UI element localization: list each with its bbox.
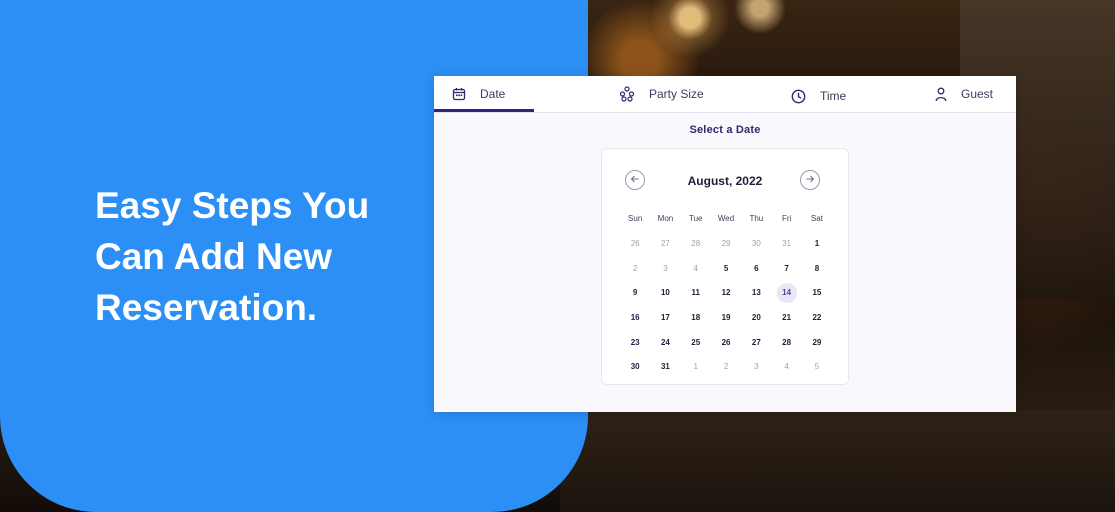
day-cell[interactable]: 15 bbox=[802, 283, 832, 303]
day-cell[interactable]: 20 bbox=[741, 308, 771, 328]
tab-party-size[interactable]: Party Size bbox=[619, 76, 704, 112]
tab-time-label: Time bbox=[820, 89, 847, 103]
calendar-grid: Sun Mon Tue Wed Thu Fri Sat 26 27 28 29 … bbox=[620, 207, 838, 380]
weekday-label: Sun bbox=[628, 214, 643, 224]
tab-guest[interactable]: Guest bbox=[935, 76, 993, 112]
day-cell: 26 bbox=[630, 239, 640, 249]
day-cell[interactable]: 16 bbox=[620, 308, 650, 328]
week-row: 2 3 4 5 6 7 8 bbox=[620, 256, 838, 281]
tab-date[interactable]: Date bbox=[452, 76, 505, 112]
day-cell[interactable]: 22 bbox=[802, 308, 832, 328]
day-cell[interactable]: 24 bbox=[650, 333, 680, 353]
week-row: 9 10 11 12 13 14 15 bbox=[620, 281, 838, 306]
weekday-label: Wed bbox=[717, 214, 735, 224]
people-icon bbox=[619, 86, 635, 102]
user-icon bbox=[935, 87, 947, 102]
day-cell[interactable]: 25 bbox=[681, 333, 711, 353]
day-cell[interactable]: 13 bbox=[741, 283, 771, 303]
tab-guest-label: Guest bbox=[961, 87, 994, 101]
clock-icon bbox=[791, 89, 806, 104]
arrow-right-icon bbox=[805, 174, 815, 187]
calendar-icon bbox=[452, 87, 466, 101]
day-cell: 5 bbox=[814, 362, 820, 372]
step-tabs: Date Party Size Time Guest bbox=[434, 76, 1016, 113]
next-month-button[interactable] bbox=[800, 170, 820, 190]
day-cell: 28 bbox=[691, 239, 701, 249]
day-cell[interactable]: 8 bbox=[802, 259, 832, 279]
day-cell[interactable]: 21 bbox=[771, 308, 801, 328]
active-tab-indicator bbox=[434, 109, 534, 112]
day-cell[interactable]: 1 bbox=[802, 234, 832, 254]
day-cell: 27 bbox=[660, 239, 670, 249]
tab-time[interactable]: Time bbox=[791, 78, 846, 114]
weekday-label: Mon bbox=[657, 214, 674, 224]
day-cell: 29 bbox=[721, 239, 731, 249]
day-cell: 4 bbox=[693, 263, 698, 273]
day-cell[interactable]: 19 bbox=[711, 308, 741, 328]
day-cell[interactable]: 31 bbox=[650, 357, 680, 377]
day-cell[interactable]: 11 bbox=[681, 283, 711, 303]
day-cell[interactable]: 7 bbox=[771, 259, 801, 279]
weekday-header-row: Sun Mon Tue Wed Thu Fri Sat bbox=[620, 207, 838, 232]
selected-day-cell[interactable]: 14 bbox=[771, 283, 801, 304]
day-cell: 2 bbox=[723, 362, 729, 372]
tab-party-size-label: Party Size bbox=[649, 87, 704, 101]
day-cell[interactable]: 10 bbox=[650, 283, 680, 303]
weekday-label: Tue bbox=[688, 214, 703, 224]
day-cell[interactable]: 23 bbox=[620, 333, 650, 353]
day-cell[interactable]: 5 bbox=[711, 259, 741, 279]
day-cell: 3 bbox=[663, 263, 668, 273]
day-cell[interactable]: 12 bbox=[711, 283, 741, 303]
day-cell: 31 bbox=[782, 239, 792, 249]
day-cell: 1 bbox=[693, 362, 698, 372]
day-cell: 30 bbox=[751, 239, 761, 249]
week-row: 26 27 28 29 30 31 1 bbox=[620, 232, 838, 257]
day-cell[interactable]: 17 bbox=[650, 308, 680, 328]
weekday-label: Sat bbox=[810, 214, 823, 224]
section-title: Select a Date bbox=[689, 124, 761, 136]
tab-date-label: Date bbox=[480, 87, 506, 101]
day-cell[interactable]: 27 bbox=[741, 333, 771, 353]
week-row: 16 17 18 19 20 21 22 bbox=[620, 306, 838, 331]
day-cell: 2 bbox=[632, 263, 638, 273]
date-picker: August, 2022 Sun Mon Tue Wed Thu Fri Sat… bbox=[601, 148, 849, 385]
week-row: 23 24 25 26 27 28 29 bbox=[620, 330, 838, 355]
weekday-label: Fri bbox=[781, 214, 792, 224]
day-cell[interactable]: 29 bbox=[802, 333, 832, 353]
day-cell[interactable]: 26 bbox=[711, 333, 741, 353]
day-cell: 4 bbox=[784, 362, 789, 372]
background-counter bbox=[560, 410, 1115, 512]
day-cell[interactable]: 18 bbox=[681, 308, 711, 328]
day-cell[interactable]: 9 bbox=[620, 283, 650, 303]
headline: Easy Steps You Can Add New Reservation. bbox=[95, 185, 370, 328]
selected-day-label: 14 bbox=[776, 283, 797, 304]
day-cell[interactable]: 30 bbox=[620, 357, 650, 377]
day-cell[interactable]: 6 bbox=[741, 259, 771, 279]
day-cell[interactable]: 28 bbox=[771, 333, 801, 353]
day-cell: 3 bbox=[754, 362, 759, 372]
reservation-card: Date Party Size Time Guest Select a Date bbox=[434, 76, 1016, 412]
week-row: 30 31 1 2 3 4 5 bbox=[620, 355, 838, 380]
weekday-label: Thu bbox=[749, 214, 764, 224]
